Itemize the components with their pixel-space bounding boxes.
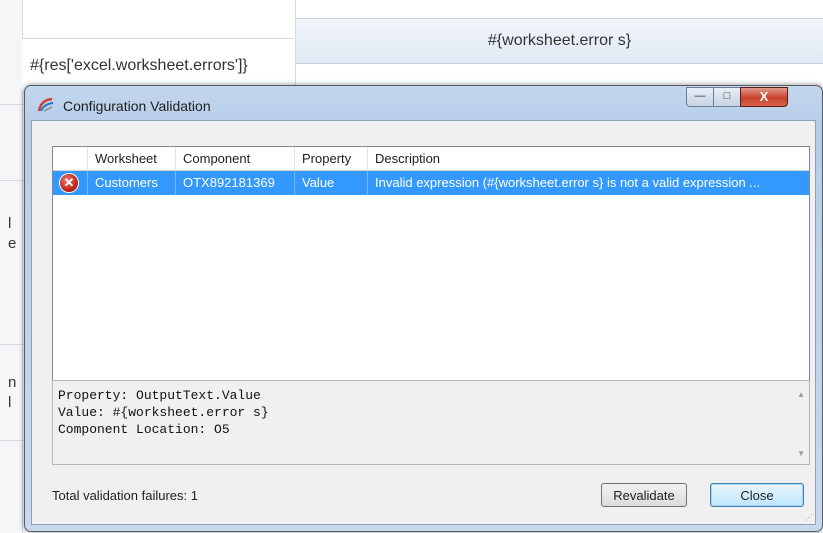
cell-fragment: l: [8, 394, 12, 411]
row-header-strip: [0, 0, 23, 533]
row-divider: [0, 180, 24, 181]
error-icon: ✕: [60, 174, 78, 192]
worksheet-error-header-cell[interactable]: #{worksheet.error s}: [296, 18, 823, 64]
details-line-location: Component Location: O5: [58, 422, 230, 437]
row-divider: [0, 440, 24, 441]
dialog-client-area: Worksheet Component Property Description…: [31, 120, 816, 525]
status-cell: ✕: [53, 171, 88, 195]
column-header-worksheet[interactable]: Worksheet: [88, 147, 176, 170]
error-details-text: Property: OutputText.Value Value: #{work…: [58, 387, 269, 438]
resize-grip-icon[interactable]: ⋰: [805, 513, 813, 522]
title-bar[interactable]: Configuration Validation — □ X: [25, 86, 822, 120]
window-title: Configuration Validation: [63, 98, 211, 114]
total-failures-label: Total validation failures: 1: [52, 488, 198, 503]
cell-fragment: l: [8, 215, 12, 232]
table-row-selected[interactable]: ✕ Customers OTX892181369 Value Invalid e…: [53, 171, 809, 195]
column-header-property[interactable]: Property: [295, 147, 368, 170]
close-button[interactable]: Close: [710, 483, 804, 507]
row-divider: [0, 344, 24, 345]
worksheet-errors-cell-text: #{res['excel.worksheet.errors']}: [30, 57, 248, 74]
cell-fragment: n: [8, 374, 17, 391]
validation-grid[interactable]: Worksheet Component Property Description…: [52, 146, 810, 381]
column-header-description[interactable]: Description: [368, 147, 809, 170]
property-cell: Value: [295, 171, 368, 195]
worksheet-errors-cell[interactable]: #{res['excel.worksheet.errors']}: [22, 38, 294, 92]
cell-fragment: e: [8, 235, 17, 252]
close-window-button[interactable]: X: [740, 87, 788, 107]
grid-header: Worksheet Component Property Description: [53, 147, 809, 171]
component-cell: OTX892181369: [176, 171, 295, 195]
row-divider: [0, 104, 24, 105]
app-logo-icon: [37, 97, 54, 112]
error-details-box[interactable]: Property: OutputText.Value Value: #{work…: [52, 380, 810, 465]
configuration-validation-dialog: Configuration Validation — □ X Worksheet…: [24, 85, 823, 532]
worksheet-cell: Customers: [88, 171, 176, 195]
details-line-property: Property: OutputText.Value: [58, 388, 261, 403]
details-line-value: Value: #{worksheet.error s}: [58, 405, 269, 420]
scroll-down-arrow-icon[interactable]: ▼: [797, 449, 805, 458]
column-header-component[interactable]: Component: [176, 147, 295, 170]
maximize-button[interactable]: □: [713, 87, 741, 107]
scroll-up-arrow-icon[interactable]: ▲: [797, 390, 805, 399]
description-cell: Invalid expression (#{worksheet.error s}…: [375, 175, 761, 190]
minimize-button[interactable]: —: [686, 87, 714, 107]
worksheet-error-header-text: #{worksheet.error s}: [487, 32, 632, 49]
revalidate-button[interactable]: Revalidate: [601, 483, 687, 507]
column-header-status[interactable]: [53, 147, 88, 170]
